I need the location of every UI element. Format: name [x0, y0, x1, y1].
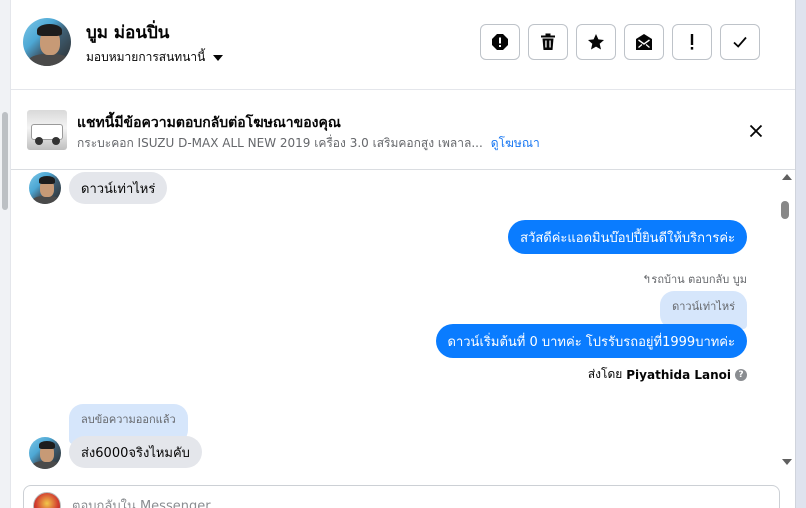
- assign-conversation-dropdown[interactable]: มอบหมายการสนทนานี้: [86, 48, 224, 67]
- contact-avatar[interactable]: [23, 18, 71, 66]
- deleted-text: ลบข้อความออกแล้ว: [81, 413, 176, 426]
- quoted-text: ดาวน์เท่าไหร่: [672, 300, 735, 313]
- ad-reply-banner: แชทนี้มีข้อความตอบกลับต่อโฆษณาของคุณ กระ…: [11, 90, 795, 170]
- sent-by-line: ส่งโดย Piyathida Lanoi ?: [588, 365, 747, 384]
- close-icon: [749, 124, 763, 138]
- report-spam-button[interactable]: [480, 24, 520, 60]
- message-text: ดาวน์เท่าไหร่: [81, 181, 156, 197]
- incoming-message[interactable]: ดาวน์เท่าไหร่: [69, 172, 168, 204]
- contact-avatar-small[interactable]: [29, 437, 61, 469]
- delete-button[interactable]: [528, 24, 568, 60]
- reply-context-label: ↰รถบ้าน ตอบกลับ บูม: [642, 273, 747, 286]
- follow-up-button[interactable]: [672, 24, 712, 60]
- scrollbar-thumb[interactable]: [781, 201, 789, 219]
- left-pane-scrollbar[interactable]: [0, 0, 11, 508]
- contact-avatar-small[interactable]: [29, 172, 61, 204]
- star-button[interactable]: [576, 24, 616, 60]
- right-pane-edge: [795, 0, 806, 508]
- trash-icon: [541, 33, 555, 50]
- outgoing-message[interactable]: สวัสดีค่ะแอดมินบ๊อปปี้ยินดีให้บริการค่ะ: [508, 220, 747, 254]
- mark-unread-button[interactable]: [624, 24, 664, 60]
- star-icon: [588, 34, 604, 50]
- done-check-icon: [733, 36, 747, 48]
- sent-by-name[interactable]: Piyathida Lanoi: [626, 368, 731, 382]
- outgoing-message[interactable]: ดาวน์เริ่มต้นที่ 0 บาทค่ะ โปรรับรถอยู่ที…: [435, 324, 747, 358]
- message-scrollbar[interactable]: [779, 170, 795, 472]
- follow-up-icon: [690, 34, 694, 50]
- scroll-down-arrow-icon[interactable]: [782, 459, 792, 465]
- mark-done-button[interactable]: [720, 24, 760, 60]
- conversation-header: บูม ม่อนปิ่น มอบหมายการสนทนานี้: [11, 0, 795, 90]
- reply-input[interactable]: [72, 496, 752, 508]
- report-spam-icon: [492, 34, 508, 50]
- close-banner-button[interactable]: [745, 120, 767, 142]
- assign-label: มอบหมายการสนทนานี้: [86, 50, 206, 64]
- conversation-actions: [480, 24, 760, 60]
- sent-by-label: ส่งโดย: [587, 367, 623, 381]
- message-list[interactable]: ดาวน์เท่าไหร่ สวัสดีค่ะแอดมินบ๊อปปี้ยินด…: [11, 170, 779, 472]
- help-icon[interactable]: ?: [735, 368, 747, 381]
- scroll-up-arrow-icon[interactable]: [782, 174, 792, 180]
- message-text: สวัสดีค่ะแอดมินบ๊อปปี้ยินดีให้บริการค่ะ: [520, 230, 735, 246]
- left-scrollbar-thumb[interactable]: [2, 112, 8, 210]
- message-text: ส่ง6000จริงไหมคับ: [81, 445, 190, 461]
- ad-banner-title: แชทนี้มีข้อความตอบกลับต่อโฆษณาของคุณ: [77, 115, 341, 131]
- message-text: ดาวน์เริ่มต้นที่ 0 บาทค่ะ โปรรับรถอยู่ที…: [447, 334, 735, 350]
- reply-composer: [23, 485, 780, 508]
- mark-unread-icon: [636, 34, 652, 50]
- ad-banner-description: กระบะคอก ISUZU D-MAX ALL NEW 2019 เครื่อ…: [77, 134, 540, 153]
- ad-description-text: กระบะคอก ISUZU D-MAX ALL NEW 2019 เครื่อ…: [77, 136, 483, 150]
- page-avatar-icon: [33, 492, 61, 508]
- contact-name[interactable]: บูม ม่อนปิ่น: [86, 19, 169, 46]
- view-ad-link[interactable]: ดูโฆษณา: [491, 136, 540, 150]
- ad-thumbnail[interactable]: [27, 110, 67, 150]
- caret-down-icon: [213, 54, 224, 61]
- incoming-message[interactable]: ส่ง6000จริงไหมคับ: [69, 436, 202, 468]
